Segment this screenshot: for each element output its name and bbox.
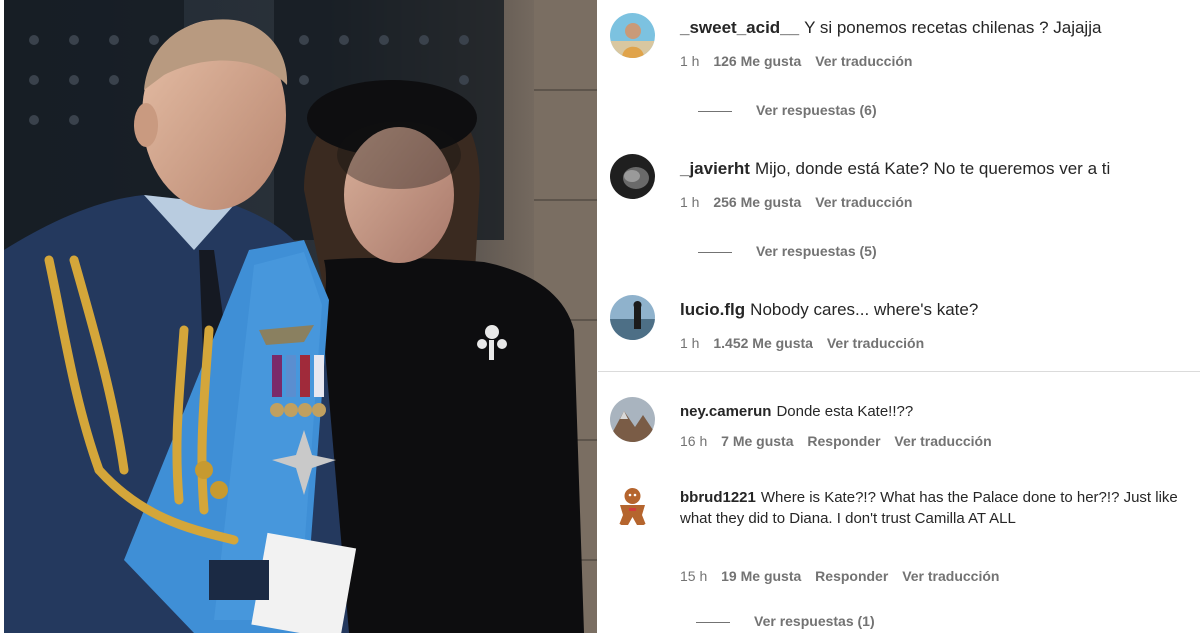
translate-link[interactable]: Ver traducción <box>815 53 912 69</box>
lake-silhouette-avatar[interactable] <box>610 295 655 340</box>
likes-count[interactable]: 126 Me gusta <box>713 53 801 69</box>
translate-link[interactable]: Ver traducción <box>902 568 999 584</box>
reply-button[interactable]: Responder <box>815 568 888 584</box>
comment-body: Y si ponemos recetas chilenas ? Jajajja <box>804 18 1102 37</box>
comment-time: 16 h <box>680 433 708 449</box>
comment-body: Donde esta Kate!!?? <box>776 403 914 420</box>
likes-count[interactable]: 7 Me gusta <box>721 433 793 449</box>
translate-link[interactable]: Ver traducción <box>827 335 924 351</box>
reply-button[interactable]: Responder <box>807 433 880 449</box>
comment-time: 15 h <box>680 568 708 584</box>
comment-username[interactable]: bbrud1221 <box>680 489 756 506</box>
beach-person-avatar[interactable] <box>610 13 655 58</box>
comment-body: Nobody cares... where's kate? <box>750 300 979 319</box>
comment-time: 1 h <box>680 335 700 351</box>
comment-username[interactable]: _javierht <box>680 159 750 178</box>
comment-time: 1 h <box>680 194 700 210</box>
view-replies-button[interactable]: Ver respuestas (6) <box>698 102 877 118</box>
section-divider <box>598 371 1200 372</box>
view-replies-label: Ver respuestas (5) <box>756 243 877 259</box>
likes-count[interactable]: 1.452 Me gusta <box>713 335 813 351</box>
likes-count[interactable]: 256 Me gusta <box>713 194 801 210</box>
replies-divider-line <box>698 251 732 253</box>
view-replies-button[interactable]: Ver respuestas (5) <box>698 243 877 259</box>
comment-username[interactable]: ney.camerun <box>680 403 771 420</box>
photo-illustration <box>4 0 597 633</box>
translate-link[interactable]: Ver traducción <box>815 194 912 210</box>
dark-portrait-avatar[interactable] <box>610 154 655 199</box>
comment-username[interactable]: lucio.flg <box>680 300 745 319</box>
replies-divider-line <box>698 110 732 112</box>
view-replies-label: Ver respuestas (6) <box>756 102 877 118</box>
comments-panel: _sweet_acid__ Y si ponemos recetas chilen… <box>598 0 1200 633</box>
comment-time: 1 h <box>680 53 700 69</box>
likes-count[interactable]: 19 Me gusta <box>721 568 801 584</box>
royal-couple-photo <box>4 0 597 633</box>
gingerbread-avatar[interactable] <box>610 483 655 528</box>
mountain-avatar[interactable] <box>610 397 655 442</box>
view-replies-label: Ver respuestas (1) <box>754 613 875 629</box>
replies-divider-line <box>696 621 730 623</box>
translate-link[interactable]: Ver traducción <box>894 433 991 449</box>
comment-username[interactable]: _sweet_acid__ <box>680 18 799 37</box>
view-replies-button[interactable]: Ver respuestas (1) <box>696 613 875 629</box>
comment-body: Mijo, donde está Kate? No te queremos ve… <box>754 159 1111 178</box>
